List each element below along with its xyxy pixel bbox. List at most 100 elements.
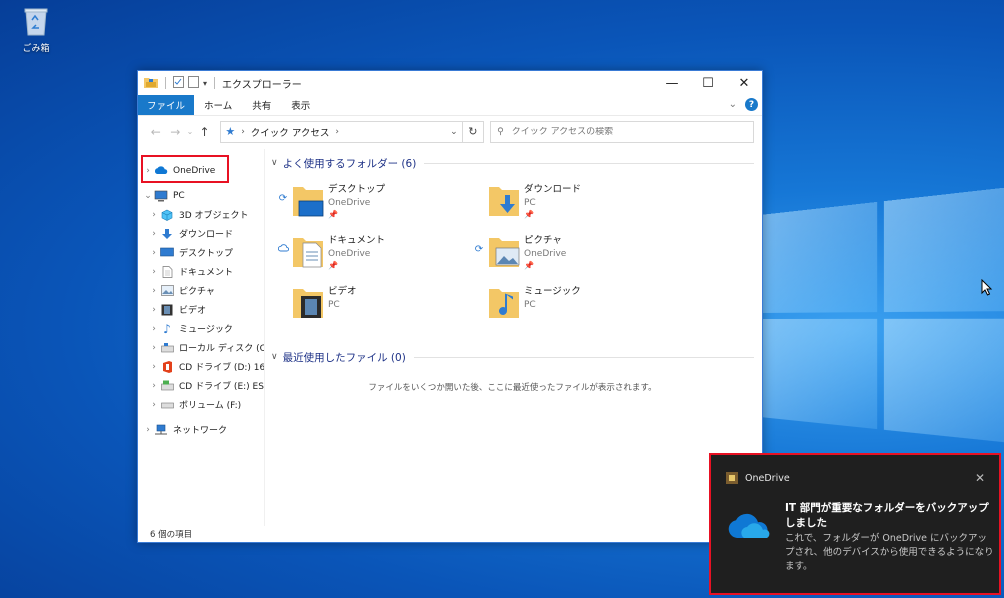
refresh-button[interactable]: ↻ xyxy=(462,120,485,143)
expand-chevron-icon[interactable]: › xyxy=(148,324,160,334)
nav-item-local-disk[interactable]: › ローカル ディスク (C:) xyxy=(138,338,264,357)
folder-location: OneDrive xyxy=(524,249,567,259)
help-icon[interactable]: ? xyxy=(745,98,758,111)
expand-chevron-icon[interactable]: › xyxy=(148,267,160,277)
tab-share[interactable]: 共有 xyxy=(242,95,281,115)
nav-item-music[interactable]: › ♪ ミュージック xyxy=(138,319,264,338)
collapse-chevron-icon[interactable]: ∨ xyxy=(271,352,278,362)
search-input[interactable] xyxy=(511,126,732,137)
breadcrumb-quick-access[interactable]: クイック アクセス xyxy=(251,125,330,139)
nav-item-documents[interactable]: › ドキュメント xyxy=(138,262,264,281)
downloads-folder-icon xyxy=(487,181,521,219)
tab-view[interactable]: 表示 xyxy=(281,95,320,115)
expand-chevron-icon[interactable]: › xyxy=(148,343,160,353)
nav-label: ボリューム (F:) xyxy=(179,401,242,411)
expand-chevron-icon[interactable]: › xyxy=(148,229,160,239)
nav-label: デスクトップ xyxy=(179,249,234,259)
nav-item-network[interactable]: › ネットワーク xyxy=(138,420,264,439)
expand-chevron-icon[interactable]: › xyxy=(148,210,160,220)
toast-title: IT 部門が重要なフォルダーをバックアップしました xyxy=(785,502,989,529)
back-arrow-icon[interactable]: ← xyxy=(146,125,166,139)
folder-location: PC xyxy=(524,300,536,310)
frequent-folders-grid: ⟳ デスクトップ OneDrive 📌 ダウンロード PC 📌 ドキュメント O… xyxy=(271,177,754,347)
content-pane: ∨ よく使用するフォルダー (6) ⟳ デスクトップ OneDrive 📌 ダウ… xyxy=(265,149,762,526)
tab-home[interactable]: ホーム xyxy=(194,95,242,115)
toast-close-icon[interactable]: ✕ xyxy=(975,471,985,485)
recent-locations-chevron-icon[interactable]: ⌄ xyxy=(185,127,195,136)
sync-status-empty xyxy=(471,181,487,229)
expand-chevron-icon[interactable]: › xyxy=(148,305,160,315)
folder-name: ドキュメント xyxy=(328,235,386,246)
maximize-button[interactable]: ☐ xyxy=(690,71,726,95)
title-bar[interactable]: ▾ エクスプローラー — ☐ ✕ xyxy=(138,71,762,95)
folder-location: PC xyxy=(524,198,536,208)
folder-name: デスクトップ xyxy=(328,184,386,195)
expand-chevron-icon[interactable]: › xyxy=(142,425,154,435)
navigation-pane: › OneDrive ⌄ PC › 3D オブジェクト › ダウンロード › デ… xyxy=(138,149,265,526)
folder-location: OneDrive xyxy=(328,198,371,208)
nav-item-videos[interactable]: › ビデオ xyxy=(138,300,264,319)
nav-label: ビデオ xyxy=(179,306,207,316)
pin-icon: 📌 xyxy=(328,261,338,270)
forward-arrow-icon[interactable]: → xyxy=(166,125,186,139)
nav-item-cd-drive-d[interactable]: › CD ドライブ (D:) 16.0. xyxy=(138,357,264,376)
collapse-chevron-icon[interactable]: ⌄ xyxy=(142,191,154,201)
folder-tile-videos[interactable]: ビデオ PC xyxy=(275,283,465,331)
group-title: 最近使用したファイル (0) xyxy=(282,351,406,364)
expand-chevron-icon[interactable]: › xyxy=(148,248,160,258)
folder-tile-desktop[interactable]: ⟳ デスクトップ OneDrive 📌 xyxy=(275,181,465,229)
onedrive-cloud-icon xyxy=(725,510,771,543)
onedrive-toast-notification[interactable]: OneDrive ✕ IT 部門が重要なフォルダーをバックアップしました これで… xyxy=(709,453,1001,595)
folder-tile-documents[interactable]: ドキュメント OneDrive 📌 xyxy=(275,232,465,280)
nav-item-pc[interactable]: ⌄ PC xyxy=(138,186,264,205)
downloads-icon xyxy=(160,228,174,240)
properties-icon[interactable] xyxy=(173,75,184,91)
address-bar[interactable]: ★ › クイック アクセス › ⌄ xyxy=(220,120,463,143)
sync-status-empty xyxy=(275,283,291,331)
recycle-bin-label: ごみ箱 xyxy=(22,44,50,54)
collapse-chevron-icon[interactable]: ∨ xyxy=(271,158,278,168)
nav-label: 3D オブジェクト xyxy=(179,211,249,221)
folder-tile-downloads[interactable]: ダウンロード PC 📌 xyxy=(471,181,661,229)
window-title: エクスプローラー xyxy=(222,79,302,91)
folder-tile-pictures[interactable]: ⟳ ピクチャ OneDrive 📌 xyxy=(471,232,661,280)
toast-app-name: OneDrive xyxy=(745,472,790,484)
recycle-bin-desktop-icon[interactable]: ごみ箱 xyxy=(14,6,58,54)
customize-toolbar-chevron-icon[interactable]: ▾ xyxy=(203,79,207,88)
nav-item-volume-f[interactable]: › ボリューム (F:) xyxy=(138,395,264,414)
address-row: ← → ⌄ ↑ ★ › クイック アクセス › ⌄ ↻ ⚲ xyxy=(138,115,762,147)
breadcrumb-separator-icon[interactable]: › xyxy=(241,127,245,137)
address-history-dropdown-icon[interactable]: ⌄ xyxy=(450,127,458,137)
ribbon-tabs: ファイル ホーム 共有 表示 ⌄ ? xyxy=(138,95,762,115)
search-icon: ⚲ xyxy=(497,126,504,137)
nav-item-pictures[interactable]: › ピクチャ xyxy=(138,281,264,300)
documents-folder-icon xyxy=(291,232,325,270)
recent-files-group-header[interactable]: ∨ 最近使用したファイル (0) xyxy=(271,349,754,365)
nav-item-cd-drive-e[interactable]: › CD ドライブ (E:) ESD-I xyxy=(138,376,264,395)
nav-label: ミュージック xyxy=(179,325,233,335)
minimize-button[interactable]: — xyxy=(654,71,690,95)
up-arrow-icon[interactable]: ↑ xyxy=(195,125,215,139)
nav-item-downloads[interactable]: › ダウンロード xyxy=(138,224,264,243)
nav-label: ピクチャ xyxy=(179,287,215,297)
new-folder-icon[interactable] xyxy=(188,75,199,91)
nav-item-3d-objects[interactable]: › 3D オブジェクト xyxy=(138,205,264,224)
expand-chevron-icon[interactable]: › xyxy=(148,286,160,296)
tab-file[interactable]: ファイル xyxy=(138,95,195,115)
expand-ribbon-chevron-icon[interactable]: ⌄ xyxy=(729,99,737,110)
search-box[interactable]: ⚲ xyxy=(490,120,754,143)
folder-tile-music[interactable]: ミュージック PC xyxy=(471,283,661,331)
expand-chevron-icon[interactable]: › xyxy=(148,381,160,391)
nav-item-desktop[interactable]: › デスクトップ xyxy=(138,243,264,262)
close-button[interactable]: ✕ xyxy=(726,71,762,95)
expand-chevron-icon[interactable]: › xyxy=(148,400,160,410)
pin-icon: 📌 xyxy=(524,261,534,270)
expand-chevron-icon[interactable]: › xyxy=(148,362,160,372)
nav-label: ローカル ディスク (C:) xyxy=(179,344,264,354)
status-bar-item-count: 6 個の項目 xyxy=(150,530,193,540)
folder-location: OneDrive xyxy=(328,249,371,259)
videos-icon xyxy=(160,304,174,316)
nav-label-pc: PC xyxy=(173,190,185,201)
frequent-folders-group-header[interactable]: ∨ よく使用するフォルダー (6) xyxy=(271,155,754,171)
breadcrumb-chevron-icon[interactable]: › xyxy=(335,127,339,137)
